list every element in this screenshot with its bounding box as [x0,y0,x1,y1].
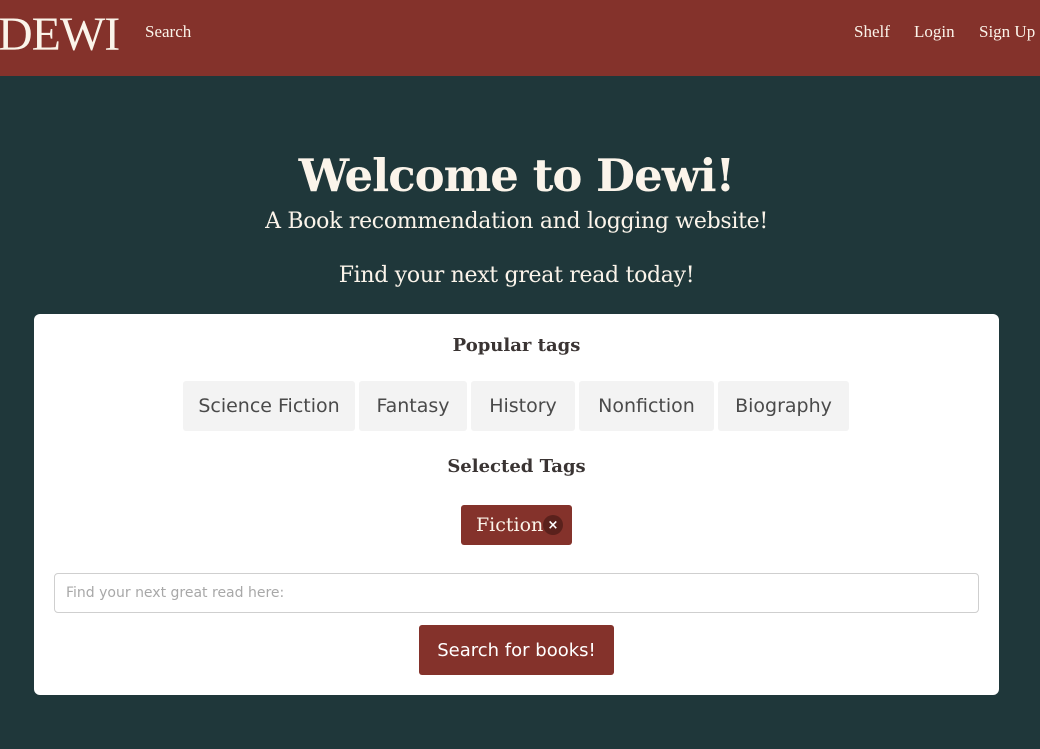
tag-chip-history[interactable]: History [471,381,575,431]
navbar: DEWI Search Shelf Login Sign Up [0,0,1040,76]
popular-tags-list: Science Fiction Fantasy History Nonficti… [183,381,849,431]
nav-shelf-link[interactable]: Shelf [854,22,890,42]
tag-chip-nonfiction[interactable]: Nonfiction [579,381,714,431]
tag-chip-fantasy[interactable]: Fantasy [359,381,467,431]
nav-search-link[interactable]: Search [145,22,191,42]
remove-tag-icon[interactable]: × [543,515,563,535]
search-card: Popular tags Science Fiction Fantasy His… [34,314,999,695]
selected-tag-label: Fiction [476,514,544,536]
brand-logo[interactable]: DEWI [0,10,120,60]
selected-tag-fiction: Fiction × [461,505,572,545]
tag-chip-biography[interactable]: Biography [718,381,849,431]
selected-tags-heading: Selected Tags [447,456,586,477]
nav-signup-link[interactable]: Sign Up [979,22,1035,42]
tag-chip-science-fiction[interactable]: Science Fiction [183,381,355,431]
nav-login-link[interactable]: Login [914,22,955,42]
hero-title: Welcome to Dewi! [298,149,736,202]
popular-tags-heading: Popular tags [452,335,581,356]
search-books-button[interactable]: Search for books! [419,625,614,675]
hero-tagline: Find your next great read today! [338,263,695,288]
hero-subtitle: A Book recommendation and logging websit… [265,209,768,234]
book-search-input[interactable] [54,573,979,613]
